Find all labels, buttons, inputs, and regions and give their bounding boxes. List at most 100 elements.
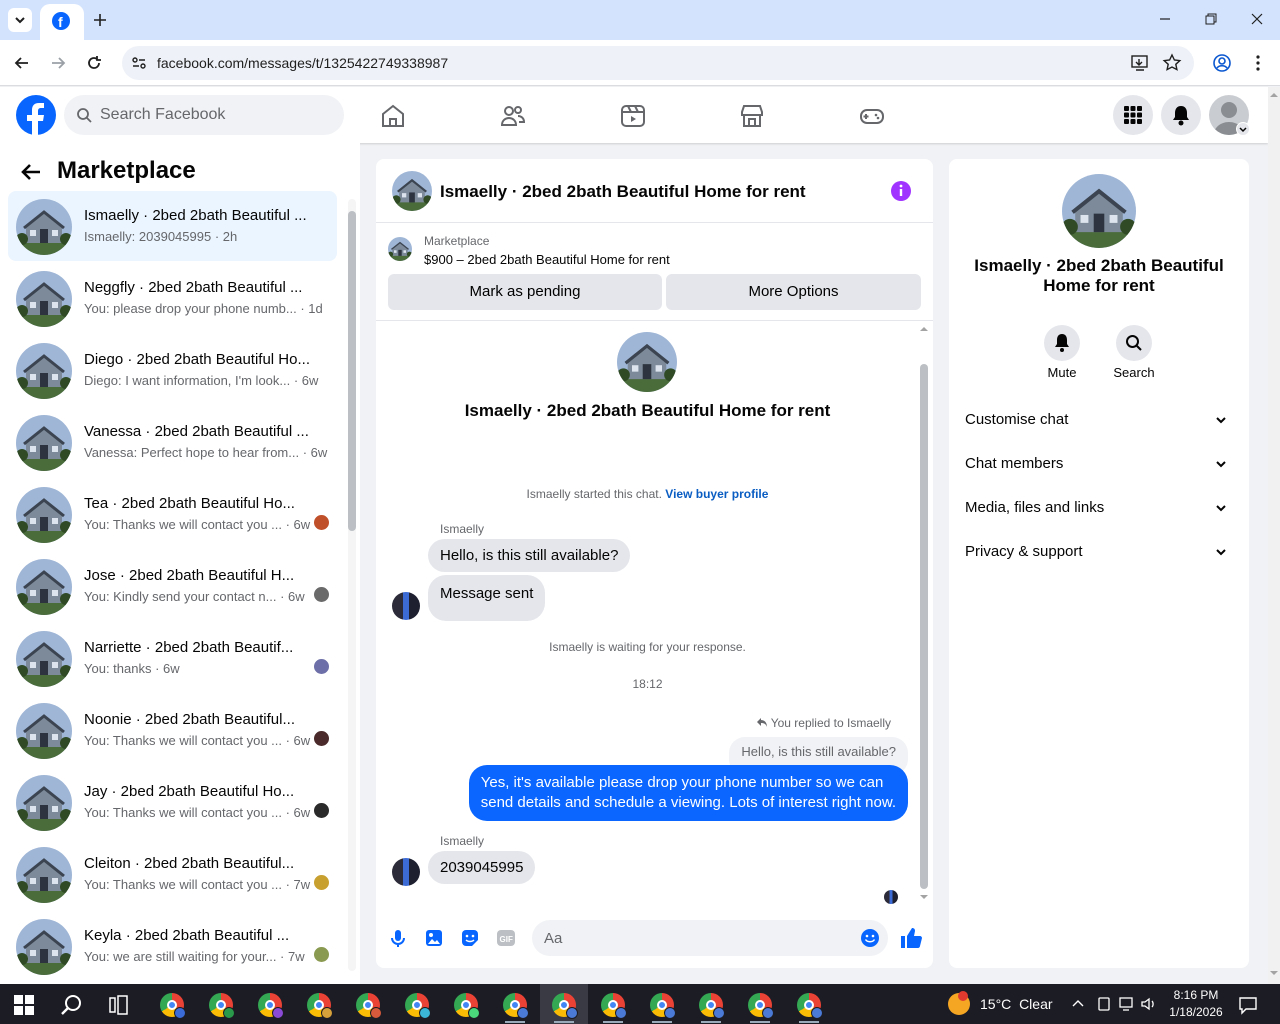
- search-in-chat-button[interactable]: [1116, 325, 1152, 361]
- profile-icon[interactable]: [1212, 53, 1232, 73]
- conversation-item[interactable]: Narriette · 2bed 2bath Beautif... You: th…: [8, 623, 337, 693]
- back-arrow-icon[interactable]: [20, 161, 42, 183]
- chrome-window-icon[interactable]: [552, 993, 578, 1019]
- omnibox[interactable]: facebook.com/messages/t/1325422749338987: [122, 46, 1194, 80]
- notifications-button[interactable]: [1161, 95, 1201, 135]
- page-scrollbar[interactable]: [1268, 87, 1280, 984]
- chrome-window-icon[interactable]: [503, 993, 529, 1019]
- chrome-window-icon[interactable]: [405, 993, 431, 1019]
- chrome-window-icon[interactable]: [748, 993, 774, 1019]
- search-icon[interactable]: [60, 993, 84, 1017]
- marketplace-icon[interactable]: [739, 103, 765, 129]
- notification-center-icon[interactable]: [1238, 995, 1258, 1015]
- site-info-icon[interactable]: [130, 54, 148, 72]
- restore-icon[interactable]: [1202, 10, 1220, 28]
- mark-as-pending-button[interactable]: Mark as pending: [388, 274, 662, 310]
- chrome-window-icon[interactable]: [454, 993, 480, 1019]
- facebook-logo-icon[interactable]: [16, 95, 56, 135]
- chrome-window-icon[interactable]: [258, 993, 284, 1019]
- conversation-item[interactable]: Vanessa · 2bed 2bath Beautiful ... Vaness…: [8, 407, 337, 477]
- outgoing-message[interactable]: Yes, it's available please drop your pho…: [468, 765, 908, 821]
- sticker-icon[interactable]: [460, 928, 480, 948]
- running-indicator: [505, 1021, 525, 1023]
- conversation-item[interactable]: Ismaelly · 2bed 2bath Beautiful ... Ismae…: [8, 191, 337, 261]
- incoming-message[interactable]: Message sent: [428, 575, 546, 621]
- chrome-window-icon[interactable]: [699, 993, 725, 1019]
- home-icon[interactable]: [380, 103, 406, 129]
- chrome-window-icon[interactable]: [356, 993, 382, 1019]
- tab-list-button[interactable]: [8, 8, 32, 32]
- close-window-icon[interactable]: [1248, 10, 1266, 28]
- url-text[interactable]: facebook.com/messages/t/1325422749338987: [157, 55, 448, 71]
- chrome-window-icon[interactable]: [601, 993, 627, 1019]
- conversation-item[interactable]: Keyla · 2bed 2bath Beautiful ... You: we …: [8, 911, 337, 981]
- conversation-item[interactable]: Cleiton · 2bed 2bath Beautiful... You: Th…: [8, 839, 337, 909]
- list-scrollbar[interactable]: [348, 199, 356, 971]
- conversation-item[interactable]: Tea · 2bed 2bath Beautiful Ho... You: Tha…: [8, 479, 337, 549]
- menu-grid-button[interactable]: [1113, 95, 1153, 135]
- network-icon[interactable]: [1118, 996, 1136, 1012]
- scroll-up-icon[interactable]: [1268, 89, 1280, 101]
- incoming-message[interactable]: 2039045995: [428, 851, 536, 884]
- conversation-item[interactable]: Neggfly · 2bed 2bath Beautiful ... You: p…: [8, 263, 337, 333]
- bookmark-star-icon[interactable]: [1162, 53, 1182, 73]
- forward-arrow-icon[interactable]: [48, 53, 68, 73]
- info-icon[interactable]: [890, 180, 912, 202]
- chrome-window-icon[interactable]: [307, 993, 333, 1019]
- windows-start-icon[interactable]: [14, 995, 34, 1015]
- listing-thumbnail[interactable]: [388, 237, 412, 261]
- install-app-icon[interactable]: [1130, 54, 1150, 72]
- info-section[interactable]: Privacy & support: [965, 543, 1233, 560]
- info-section[interactable]: Customise chat: [965, 411, 1233, 428]
- weather-text[interactable]: 15°C Clear: [980, 996, 1053, 1012]
- microphone-icon[interactable]: [388, 928, 408, 948]
- new-tab-plus-icon[interactable]: [90, 10, 110, 30]
- browser-menu-icon[interactable]: [1250, 53, 1266, 73]
- chat-title[interactable]: Ismaelly · 2bed 2bath Beautiful Home for…: [440, 182, 806, 202]
- more-options-button[interactable]: More Options: [666, 274, 921, 310]
- photo-icon[interactable]: [424, 928, 444, 948]
- device-icon[interactable]: [1096, 996, 1112, 1012]
- view-buyer-profile-link[interactable]: View buyer profile: [665, 487, 768, 501]
- chat-avatar[interactable]: [392, 171, 432, 211]
- scroll-down-icon[interactable]: [919, 892, 929, 902]
- gaming-icon[interactable]: [859, 103, 885, 129]
- conversation-item[interactable]: Noonie · 2bed 2bath Beautiful... You: Tha…: [8, 695, 337, 765]
- chat-scrollbar[interactable]: [919, 324, 929, 899]
- incoming-message[interactable]: Hello, is this still available?: [428, 539, 631, 572]
- listing-text[interactable]: $900 – 2bed 2bath Beautiful Home for ren…: [424, 252, 670, 267]
- browser-tab-facebook[interactable]: f: [40, 4, 84, 40]
- chrome-window-icon[interactable]: [160, 993, 186, 1019]
- info-avatar[interactable]: [1062, 174, 1136, 248]
- scroll-up-icon[interactable]: [919, 324, 929, 334]
- chat-scroll-thumb[interactable]: [920, 364, 928, 889]
- account-dropdown[interactable]: [1236, 122, 1250, 136]
- conversation-item[interactable]: Diego · 2bed 2bath Beautiful Ho... Diego:…: [8, 335, 337, 405]
- task-view-icon[interactable]: [109, 995, 131, 1015]
- chrome-window-icon[interactable]: [650, 993, 676, 1019]
- chevron-up-icon[interactable]: [1070, 996, 1086, 1012]
- mute-button[interactable]: [1044, 325, 1080, 361]
- video-icon[interactable]: [620, 103, 646, 129]
- list-scroll-thumb[interactable]: [348, 211, 356, 531]
- thumbs-up-icon[interactable]: [899, 926, 923, 950]
- info-section[interactable]: Media, files and links: [965, 499, 1233, 516]
- volume-icon[interactable]: [1140, 996, 1158, 1012]
- info-section[interactable]: Chat members: [965, 455, 1233, 472]
- sender-avatar[interactable]: [392, 858, 420, 886]
- minimize-icon[interactable]: [1156, 10, 1174, 28]
- reload-icon[interactable]: [84, 53, 104, 73]
- conversation-item[interactable]: Jose · 2bed 2bath Beautiful H... You: Kin…: [8, 551, 337, 621]
- facebook-search-box[interactable]: Search Facebook: [64, 95, 344, 135]
- back-arrow-icon[interactable]: [12, 53, 32, 73]
- friends-icon[interactable]: [500, 103, 526, 129]
- conversation-item[interactable]: Jay · 2bed 2bath Beautiful Ho... You: Tha…: [8, 767, 337, 837]
- chrome-window-icon[interactable]: [797, 993, 823, 1019]
- emoji-icon[interactable]: [860, 928, 880, 948]
- sender-avatar[interactable]: [392, 592, 420, 620]
- message-input[interactable]: Aa: [532, 920, 888, 956]
- gif-icon[interactable]: GIF: [496, 928, 516, 948]
- clock[interactable]: 8:16 PM 1/18/2026: [1164, 987, 1228, 1021]
- scroll-down-icon[interactable]: [1268, 967, 1280, 979]
- chrome-window-icon[interactable]: [209, 993, 235, 1019]
